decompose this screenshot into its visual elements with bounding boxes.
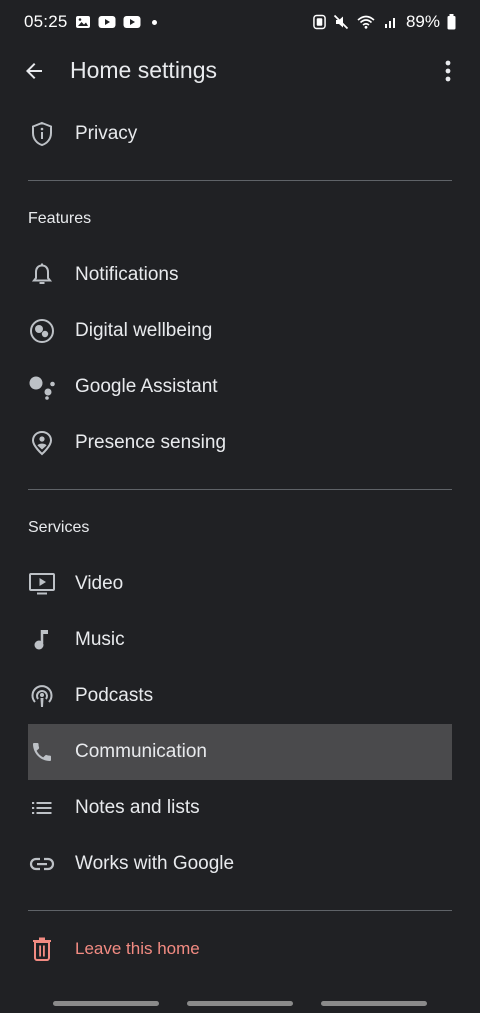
status-right: 89% <box>313 12 456 32</box>
presence-sensing-label: Presence sensing <box>75 432 227 453</box>
nav-hint-bar <box>321 1001 427 1006</box>
back-button[interactable] <box>18 55 50 87</box>
digital-wellbeing-icon <box>28 317 56 345</box>
page-title: Home settings <box>70 57 218 83</box>
battery-icon <box>447 14 456 30</box>
services-header: Services <box>28 519 90 536</box>
more-notifications-dot-icon <box>151 19 157 25</box>
trash-icon <box>28 935 56 963</box>
google-assistant-row[interactable]: Google Assistant <box>28 359 452 415</box>
video-icon <box>28 570 56 598</box>
presence-sensing-icon <box>28 429 56 457</box>
features-header: Features <box>28 210 92 227</box>
video-label: Video <box>75 573 124 594</box>
divider <box>28 489 452 490</box>
music-label: Music <box>75 629 125 650</box>
more-vert-icon <box>445 60 451 82</box>
works-with-google-label: Works with Google <box>75 853 235 874</box>
youtube-icon <box>98 16 116 28</box>
wifi-icon <box>357 15 375 29</box>
privacy-label: Privacy <box>75 123 138 144</box>
digital-wellbeing-row[interactable]: Digital wellbeing <box>28 303 452 359</box>
notes-and-lists-row[interactable]: Notes and lists <box>28 780 452 836</box>
mute-icon <box>333 14 349 30</box>
battery-percentage: 89% <box>405 12 440 31</box>
communication-row[interactable]: Communication <box>28 724 452 780</box>
divider <box>28 910 452 911</box>
google-assistant-icon <box>28 373 56 401</box>
list-icon <box>28 794 56 822</box>
divider <box>28 180 452 181</box>
leave-home-row[interactable]: Leave this home <box>28 921 452 977</box>
link-icon <box>28 850 56 878</box>
works-with-google-row[interactable]: Works with Google <box>28 836 452 892</box>
status-left: 05:25 <box>24 12 157 32</box>
video-row[interactable]: Video <box>28 556 452 612</box>
app-bar: Home settings <box>0 44 480 98</box>
notifications-label: Notifications <box>75 264 179 285</box>
bell-icon <box>28 261 56 289</box>
gallery-icon <box>75 16 90 28</box>
shield-info-icon <box>28 120 56 148</box>
status-time: 05:25 <box>24 12 68 31</box>
more-options-button[interactable] <box>434 55 462 87</box>
signal-icon <box>384 18 395 28</box>
communication-label: Communication <box>75 741 207 762</box>
music-note-icon <box>28 626 56 654</box>
nav-hint-bar <box>187 1001 293 1006</box>
notifications-row[interactable]: Notifications <box>28 247 452 303</box>
phone-icon <box>28 738 56 766</box>
digital-wellbeing-label: Digital wellbeing <box>75 320 213 341</box>
leave-home-label: Leave this home <box>75 939 200 958</box>
google-assistant-label: Google Assistant <box>75 376 218 397</box>
podcasts-label: Podcasts <box>75 685 154 706</box>
privacy-row[interactable]: Privacy <box>28 106 452 162</box>
podcast-icon <box>28 682 56 710</box>
status-bar: 05:25 89% <box>0 0 480 44</box>
presence-sensing-row[interactable]: Presence sensing <box>28 415 452 471</box>
music-row[interactable]: Music <box>28 612 452 668</box>
battery-saver-icon <box>313 14 326 30</box>
nav-hint-bar <box>53 1001 159 1006</box>
arrow-back-icon <box>26 63 42 79</box>
podcasts-row[interactable]: Podcasts <box>28 668 452 724</box>
youtube-icon <box>123 16 141 28</box>
notes-and-lists-label: Notes and lists <box>75 797 200 818</box>
